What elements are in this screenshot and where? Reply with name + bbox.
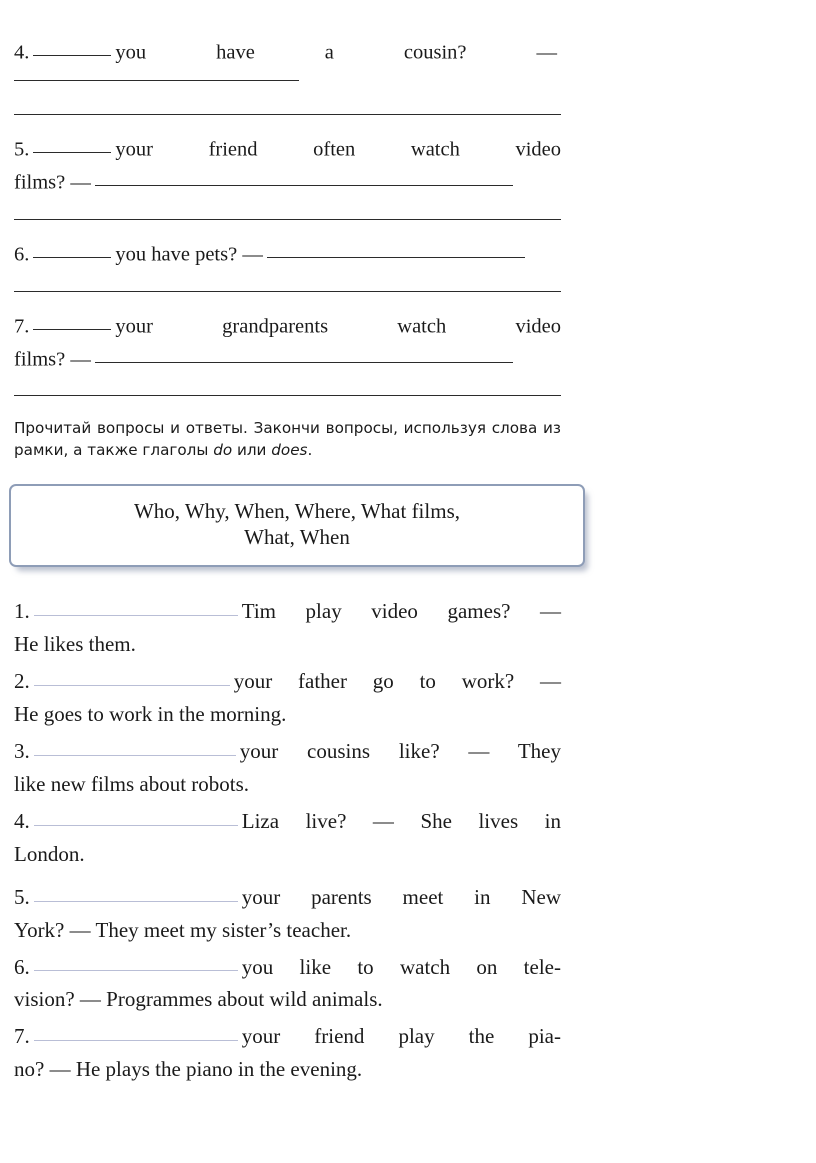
answer-blank[interactable] bbox=[33, 312, 112, 331]
answer-blank[interactable] bbox=[33, 807, 238, 826]
word-box-line-1: Who, Why, When, Where, What films, bbox=[133, 498, 460, 523]
question-line: 5. your parents meet in New bbox=[14, 883, 561, 908]
answer-line: no? — He plays the piano in the evening. bbox=[14, 1059, 561, 1080]
question-text: your grandparents watch video bbox=[115, 315, 561, 338]
exercise-top-item-7: 7. your grandparents watch video films? — bbox=[14, 312, 561, 397]
question-line: 1. Tim play video games? — bbox=[14, 597, 561, 622]
item-number: 5. bbox=[14, 884, 30, 909]
item-number: 1. bbox=[14, 599, 30, 624]
exercise-bottom-item-1: 1. Tim play video games? — He likes them. bbox=[14, 597, 561, 655]
answer-blank[interactable] bbox=[266, 240, 525, 259]
exercise-bottom-item-2: 2. your father go to work? — He goes to w… bbox=[14, 667, 561, 725]
answer-blank[interactable] bbox=[94, 168, 513, 187]
item-number: 6. bbox=[14, 954, 30, 979]
answer-blank[interactable] bbox=[33, 953, 238, 972]
exercise-bottom-item-5: 5. your parents meet in New York? — They … bbox=[14, 883, 561, 941]
instruction-part-3: . bbox=[307, 441, 313, 460]
workbook-page: 4. you have a cousin? — 5. your friend oft… bbox=[9, 0, 585, 1080]
item-number: 7. bbox=[14, 315, 30, 338]
item-number: 4. bbox=[14, 808, 30, 833]
question-text: your parents meet in New bbox=[241, 884, 561, 909]
question-text: you have a cousin? — bbox=[115, 41, 557, 64]
instruction-part-2: или bbox=[232, 441, 272, 460]
question-line-continuation: films? — bbox=[14, 345, 561, 370]
item-number: 6. bbox=[14, 243, 30, 266]
question-text: you like to watch on tele- bbox=[241, 954, 561, 979]
answer-text: He goes to work in the morning. bbox=[14, 702, 287, 727]
question-line: 2. your father go to work? — bbox=[14, 667, 561, 692]
answer-line: He goes to work in the morning. bbox=[14, 704, 561, 725]
word-box-line-2: What, When bbox=[244, 525, 350, 550]
exercise-top-item-5: 5. your friend often watch video films? — bbox=[14, 135, 561, 220]
question-line-continuation: films? — bbox=[14, 168, 561, 193]
answer-blank[interactable] bbox=[33, 1022, 238, 1042]
answer-line: He likes them. bbox=[14, 634, 561, 655]
question-line: 6. you like to watch on tele- bbox=[14, 953, 561, 978]
exercise-top-item-4: 4. you have a cousin? — bbox=[14, 38, 561, 115]
question-text: your friend play the pia- bbox=[241, 1024, 561, 1049]
question-line: 7. your friend play the pia- bbox=[14, 1022, 561, 1047]
exercise-top-item-6: 6. you have pets? — bbox=[14, 240, 561, 292]
answer-blank[interactable] bbox=[33, 38, 112, 57]
question-line: 3. your cousins like? — They bbox=[14, 737, 561, 762]
question-line: 7. your grandparents watch video bbox=[14, 312, 561, 337]
question-text: Liza live? — She lives in bbox=[241, 808, 561, 833]
question-line: 5. your friend often watch video bbox=[14, 135, 561, 160]
instruction-italic-does: does bbox=[271, 441, 308, 460]
item-number: 3. bbox=[14, 738, 30, 763]
answer-blank[interactable] bbox=[33, 737, 236, 756]
answer-blank[interactable] bbox=[33, 667, 230, 687]
answer-blank[interactable] bbox=[33, 135, 112, 154]
answer-text: London. bbox=[14, 841, 85, 866]
question-text: your friend often watch video bbox=[115, 138, 561, 161]
answer-line: vision? — Programmes about wild animals. bbox=[14, 989, 561, 1010]
question-text-continuation: films? — bbox=[14, 171, 91, 194]
word-box: Who, Why, When, Where, What films, What,… bbox=[9, 483, 585, 568]
question-text: your cousins like? — They bbox=[239, 738, 561, 763]
question-text: you have pets? — bbox=[115, 243, 263, 266]
exercise-bottom-item-3: 3. your cousins like? — They like new fil… bbox=[14, 737, 561, 795]
instruction-text: Прочитай вопросы и ответы. Закончи вопро… bbox=[14, 418, 561, 461]
question-text: Tim play video games? — bbox=[241, 599, 561, 624]
item-number: 7. bbox=[14, 1024, 30, 1049]
answer-blank[interactable] bbox=[33, 883, 238, 902]
instruction-italic-do: do bbox=[213, 441, 233, 460]
item-number: 4. bbox=[14, 41, 30, 64]
answer-line: like new films about robots. bbox=[14, 771, 561, 796]
question-line: 4. Liza live? — She lives in bbox=[14, 807, 561, 832]
answer-blank[interactable] bbox=[94, 345, 513, 363]
answer-blank[interactable] bbox=[14, 63, 299, 82]
answer-line: London. bbox=[14, 841, 561, 866]
answer-blank[interactable] bbox=[33, 240, 112, 259]
answer-line: York? — They meet my sister’s teacher. bbox=[14, 917, 561, 942]
question-text-continuation: films? — bbox=[14, 347, 91, 370]
answer-text: like new films about robots. bbox=[14, 771, 250, 796]
exercise-bottom-item-6: 6. you like to watch on tele- vision? — P… bbox=[14, 953, 561, 1011]
answer-text: He likes them. bbox=[14, 632, 136, 657]
question-line: 6. you have pets? — bbox=[14, 240, 561, 265]
question-line: 4. you have a cousin? — bbox=[14, 38, 561, 88]
question-text: your father go to work? — bbox=[233, 669, 561, 694]
answer-text: no? — He plays the piano in the evening. bbox=[14, 1057, 363, 1082]
item-number: 2. bbox=[14, 669, 30, 694]
exercise-bottom-item-7: 7. your friend play the pia- no? — He pla… bbox=[14, 1022, 561, 1080]
answer-text: vision? — Programmes about wild animals. bbox=[14, 987, 383, 1012]
answer-text: York? — They meet my sister’s teacher. bbox=[14, 917, 352, 942]
exercise-bottom: 1. Tim play video games? — He likes them.… bbox=[14, 597, 561, 1080]
exercise-bottom-item-4: 4. Liza live? — She lives in London. bbox=[14, 807, 561, 865]
item-number: 5. bbox=[14, 138, 30, 161]
word-box-wrapper: Who, Why, When, Where, What films, What,… bbox=[9, 483, 585, 568]
answer-blank[interactable] bbox=[33, 597, 238, 617]
exercise-top: 4. you have a cousin? — 5. your friend oft… bbox=[14, 38, 561, 397]
